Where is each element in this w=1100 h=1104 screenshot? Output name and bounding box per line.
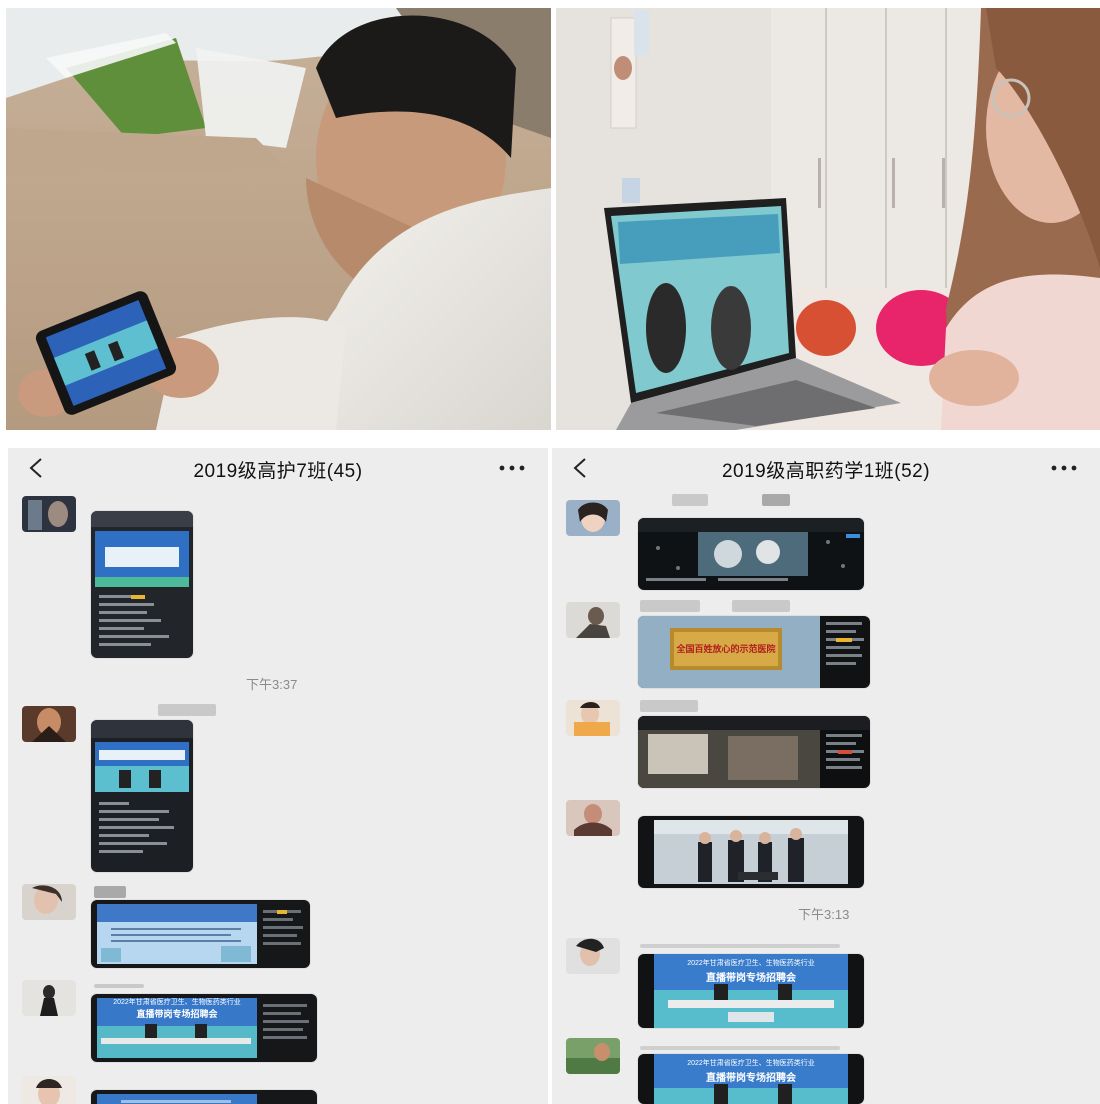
thumbnail-title: 2022年甘肃省医疗卫生、生物医药类行业 bbox=[687, 1060, 815, 1067]
thumbnail-subtitle: 直播带岗专场招聘会 bbox=[706, 1073, 796, 1084]
video-thumbnail[interactable]: 2022年甘肃省医疗卫生、生物医药类行业 直播带岗专场招聘会 bbox=[91, 994, 317, 1062]
more-button[interactable] bbox=[1046, 454, 1082, 482]
sender-name bbox=[640, 1046, 840, 1050]
video-thumbnail[interactable] bbox=[91, 900, 310, 968]
avatar[interactable] bbox=[566, 500, 620, 536]
video-thumbnail[interactable] bbox=[91, 1090, 317, 1104]
thumbnail-subtitle: 直播带岗专场招聘会 bbox=[136, 1009, 218, 1019]
sender-name bbox=[640, 600, 700, 612]
video-thumbnail[interactable]: 全国百姓放心的示范医院 bbox=[638, 616, 870, 688]
photo-student-with-laptop bbox=[556, 8, 1100, 430]
video-thumbnail[interactable] bbox=[638, 716, 870, 788]
avatar[interactable] bbox=[566, 1038, 620, 1074]
more-dots-icon bbox=[499, 465, 525, 471]
video-thumbnail[interactable] bbox=[91, 720, 193, 872]
timestamp: 下午3:37 bbox=[246, 677, 298, 692]
thumbnail-subtitle: 直播带岗专场招聘会 bbox=[706, 973, 796, 984]
avatar[interactable] bbox=[22, 884, 76, 920]
chat-panel-nursing-class[interactable]: 2019级高护7班(45) 下午3:37 2022年甘肃省医疗卫生、生物医药类行… bbox=[8, 448, 548, 1104]
sender-name bbox=[672, 494, 708, 506]
photo-student-with-phone bbox=[6, 8, 551, 430]
chat-header: 2019级高护7班(45) bbox=[8, 448, 548, 492]
thumbnail-title: 2022年甘肃省医疗卫生、生物医药类行业 bbox=[113, 999, 241, 1006]
thumbnail-title: 2022年甘肃省医疗卫生、生物医药类行业 bbox=[687, 960, 815, 967]
avatar[interactable] bbox=[566, 602, 620, 638]
chat-panel-pharmacy-class[interactable]: 2019级高职药学1班(52) 全国百姓放心的示范医院 下午3:13 2022年… bbox=[552, 448, 1100, 1104]
sender-name bbox=[94, 886, 126, 898]
video-thumbnail[interactable]: 2022年甘肃省医疗卫生、生物医药类行业 直播带岗专场招聘会 bbox=[638, 1054, 864, 1104]
chat-header: 2019级高职药学1班(52) bbox=[552, 448, 1100, 492]
more-button[interactable] bbox=[494, 454, 530, 482]
photo-student-scene bbox=[6, 8, 551, 430]
chat-title: 2019级高护7班(45) bbox=[193, 461, 363, 482]
sender-name bbox=[94, 984, 144, 988]
more-dots-icon bbox=[1051, 465, 1077, 471]
avatar[interactable] bbox=[566, 800, 620, 836]
sender-name bbox=[732, 600, 790, 612]
avatar[interactable] bbox=[22, 496, 76, 532]
sender-name bbox=[640, 944, 840, 948]
timestamp: 下午3:13 bbox=[798, 907, 850, 922]
thumbnail-title: 全国百姓放心的示范医院 bbox=[676, 645, 776, 655]
avatar[interactable] bbox=[22, 706, 76, 742]
video-thumbnail[interactable] bbox=[638, 518, 864, 590]
sender-name bbox=[762, 494, 790, 506]
avatar[interactable] bbox=[566, 700, 620, 736]
avatar[interactable] bbox=[22, 980, 76, 1016]
photo-laptop-scene bbox=[556, 8, 1100, 430]
video-thumbnail[interactable] bbox=[638, 816, 864, 888]
chat-title: 2019级高职药学1班(52) bbox=[721, 461, 931, 482]
avatar[interactable] bbox=[566, 938, 620, 974]
video-thumbnail[interactable] bbox=[91, 511, 193, 658]
video-thumbnail[interactable]: 2022年甘肃省医疗卫生、生物医药类行业 直播带岗专场招聘会 bbox=[638, 954, 864, 1028]
sender-name bbox=[640, 700, 698, 712]
sender-name bbox=[158, 704, 216, 716]
avatar[interactable] bbox=[22, 1076, 76, 1104]
